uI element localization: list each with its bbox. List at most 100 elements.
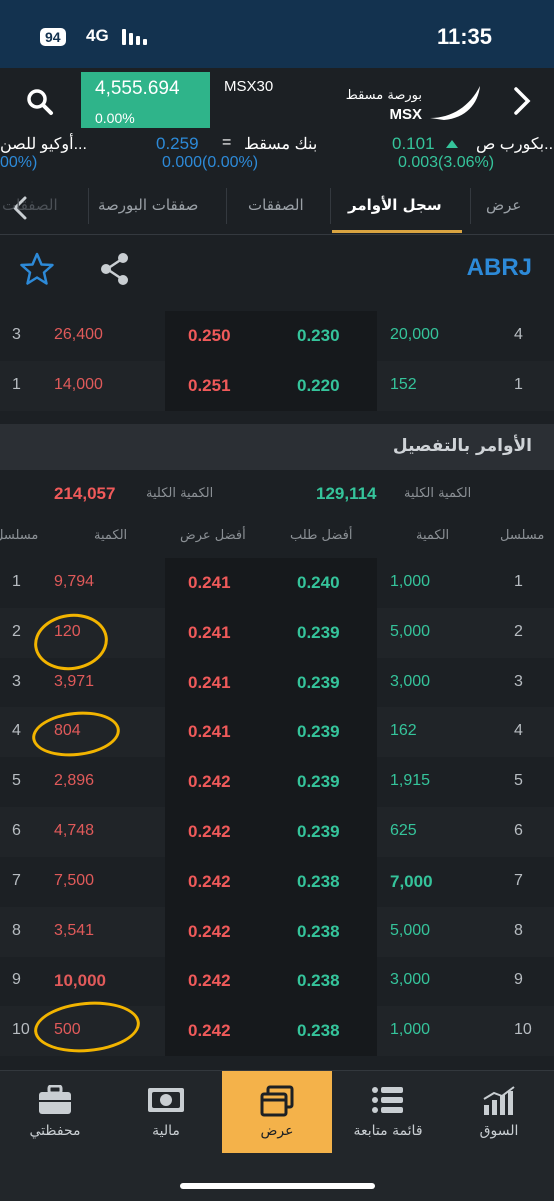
nav-portfolio[interactable]: محفظتي — [0, 1071, 110, 1153]
col-seq-bid: مسلسل — [500, 528, 545, 543]
bid-quantity: 162 — [390, 722, 417, 740]
bid-quantity: 1,000 — [390, 573, 431, 590]
index-name[interactable]: MSX30 — [224, 78, 273, 95]
tab-trades[interactable]: الصفقات — [248, 196, 304, 214]
bid-quantity: 3,000 — [390, 971, 431, 989]
nav-watchlist[interactable]: قائمة متابعة — [333, 1071, 443, 1153]
ask-price: 0.241 — [188, 672, 231, 692]
bottom-nav: السوق قائمة متابعة عرض مالية محفظتي — [0, 1070, 554, 1201]
bid-seq: 1 — [514, 573, 523, 590]
ask-price: 0.242 — [188, 822, 231, 841]
ask-seq: 5 — [12, 772, 21, 790]
section-title: الأوامر بالتفصيل — [392, 436, 532, 456]
ask-seq: 3 — [12, 326, 21, 343]
order-row: 5 2,896 0.242 0.239 1,915 5 — [0, 757, 554, 808]
bid-quantity: 5,000 — [390, 622, 431, 640]
battery-indicator: 94 — [40, 28, 66, 46]
ask-quantity: 14,000 — [54, 376, 103, 393]
ticker-price: 0.259 — [156, 134, 199, 153]
bid-price: 0.230 — [297, 326, 340, 345]
home-indicator — [180, 1183, 375, 1189]
search-icon[interactable] — [26, 88, 54, 116]
order-row: 7 7,500 0.242 0.238 7,000 7 — [0, 856, 554, 907]
chart-icon — [483, 1086, 515, 1115]
ticker-name: أوكيو للصن... — [0, 136, 87, 153]
ask-price: 0.241 — [188, 622, 231, 642]
bid-price: 0.220 — [297, 376, 340, 395]
ask-price: 0.242 — [188, 772, 231, 792]
bid-seq: 2 — [514, 622, 523, 640]
order-row: 1 9,794 0.241 0.240 1,000 1 — [0, 558, 554, 608]
windows-icon — [260, 1085, 294, 1117]
bid-price: 0.238 — [297, 1021, 340, 1041]
bid-seq: 1 — [514, 376, 523, 393]
ask-price: 0.242 — [188, 871, 231, 891]
order-row: 8 3,541 0.242 0.238 5,000 8 — [0, 906, 554, 957]
index-box[interactable]: 4,555.694 0.00% — [81, 72, 210, 128]
network-label: 4G — [86, 26, 109, 45]
ask-seq: 2 — [12, 622, 21, 640]
exchange-name: بورصة مسقط — [345, 88, 422, 103]
order-row: 1 14,000 0.251 0.220 152 1 — [0, 361, 554, 411]
col-qty-bid: الكمية — [416, 528, 450, 543]
bid-quantity: 20,000 — [390, 326, 439, 343]
col-best-bid: أفضل طلب — [290, 528, 353, 543]
ask-seq: 8 — [12, 921, 21, 939]
signal-icon — [122, 29, 150, 45]
nav-finance[interactable]: مالية — [111, 1071, 221, 1153]
ask-seq: 1 — [12, 573, 21, 590]
bid-seq: 5 — [514, 772, 523, 790]
bid-seq: 4 — [514, 722, 523, 740]
ask-seq: 6 — [12, 822, 21, 839]
exchange-logo — [430, 86, 480, 120]
ask-price: 0.242 — [188, 921, 231, 941]
bid-price: 0.239 — [297, 672, 340, 692]
exchange-code: MSX — [389, 106, 422, 123]
nav-display[interactable]: عرض — [222, 1071, 332, 1153]
ask-quantity: 9,794 — [54, 573, 95, 590]
tab-bar: الصفقات صفقات البورصة الصفقات سجل الأوام… — [0, 178, 554, 235]
bid-price: 0.238 — [297, 971, 340, 991]
tab-trades-faded[interactable]: الصفقات — [2, 196, 58, 214]
ask-seq: 3 — [12, 672, 21, 690]
bid-seq: 9 — [514, 971, 523, 989]
ticker-change: 00%) — [0, 154, 38, 171]
star-icon[interactable] — [20, 252, 54, 286]
bid-quantity: 152 — [390, 376, 417, 393]
bid-quantity: 5,000 — [390, 921, 431, 939]
list-icon — [372, 1087, 403, 1113]
bid-quantity: 7,000 — [390, 871, 433, 891]
ticker-name: بكورب ص... — [476, 136, 554, 153]
nav-display-label: عرض — [260, 1123, 294, 1139]
bid-seq: 3 — [514, 672, 523, 690]
totals-row: 214,057 الكمية الكلية 129,114 الكمية الك… — [0, 470, 554, 520]
ask-quantity: 2,896 — [54, 772, 95, 790]
ask-seq: 9 — [12, 971, 21, 989]
bid-seq: 10 — [514, 1021, 532, 1039]
tab-order-book[interactable]: سجل الأوامر — [348, 196, 442, 214]
ask-quantity: 3,541 — [54, 921, 95, 939]
up-arrow-icon — [446, 140, 458, 148]
ticker-mark: = — [222, 134, 232, 151]
bid-price: 0.240 — [297, 573, 340, 592]
nav-market[interactable]: السوق — [444, 1071, 554, 1153]
nav-market-label: السوق — [479, 1123, 519, 1139]
bid-seq: 7 — [514, 871, 523, 889]
ask-price: 0.250 — [188, 326, 231, 345]
ask-quantity: 4,748 — [54, 822, 95, 839]
ask-total-label: الكمية الكلية — [146, 486, 214, 501]
bid-price: 0.239 — [297, 772, 340, 792]
symbol-actions: ABRJ — [0, 234, 554, 304]
ask-total: 214,057 — [54, 484, 116, 503]
index-value: 4,555.694 — [95, 78, 180, 99]
chevron-right-icon[interactable] — [512, 86, 532, 116]
share-icon[interactable] — [98, 252, 132, 286]
ticker-name: بنك مسقط — [244, 136, 318, 153]
bid-price: 0.238 — [297, 871, 340, 891]
tab-display[interactable]: عرض — [486, 196, 521, 214]
market-header: 4,555.694 0.00% MSX30 بورصة مسقط MSX — [0, 68, 554, 132]
tab-exchange-trades[interactable]: صفقات البورصة — [98, 196, 198, 214]
ticker-strip[interactable]: أوكيو للصن... 00%) بنك مسقط = 0.259 0.00… — [0, 132, 554, 178]
ask-price: 0.241 — [188, 722, 231, 742]
ask-quantity: 26,400 — [54, 326, 103, 343]
